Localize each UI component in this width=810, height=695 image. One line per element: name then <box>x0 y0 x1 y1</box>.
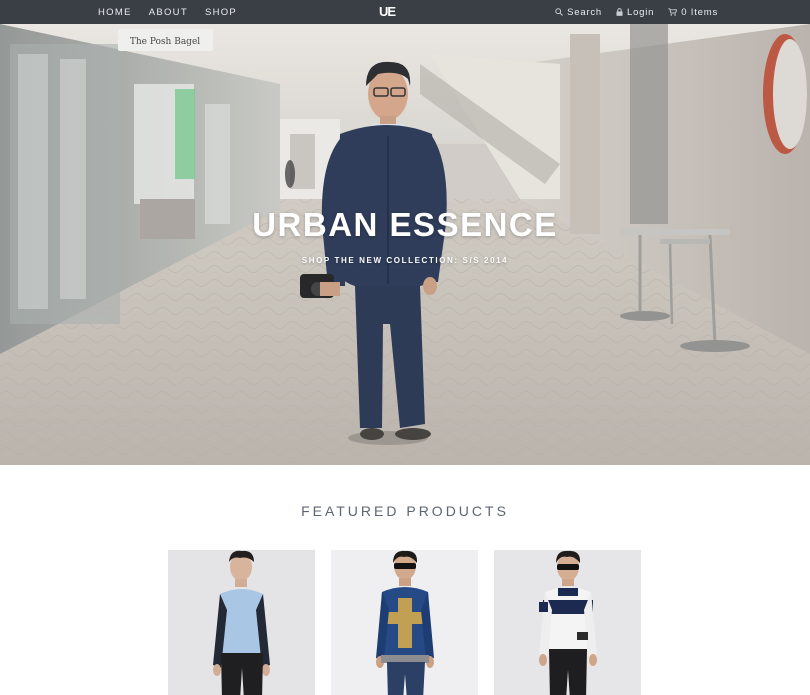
product-card-1[interactable] <box>168 550 315 695</box>
hero-photo: The Posh Bagel <box>0 24 810 465</box>
site-logo[interactable]: UE <box>377 3 397 20</box>
utility-menu: Search Login 0 Items <box>555 0 718 24</box>
product-image-white-navy-shirt <box>494 550 641 695</box>
featured-products-heading: FEATURED PRODUCTS <box>301 503 509 519</box>
search-icon <box>555 8 563 16</box>
product-card-2[interactable] <box>331 550 478 695</box>
search-link[interactable]: Search <box>555 7 602 18</box>
product-image-denim-jacket <box>331 550 478 695</box>
top-navigation: HOME ABOUT SHOP UE Search Login 0 Items <box>0 0 810 24</box>
search-label: Search <box>567 6 602 18</box>
hero-subtitle-link[interactable]: SHOP THE NEW COLLECTION: S/S 2014 <box>0 256 810 265</box>
nav-about-link[interactable]: ABOUT <box>149 7 188 18</box>
cart-label: 0 Items <box>681 6 718 18</box>
login-link[interactable]: Login <box>616 7 654 18</box>
lock-icon <box>616 8 623 16</box>
product-image-light-blue-shirt <box>168 550 315 695</box>
login-label: Login <box>627 6 655 18</box>
cart-link[interactable]: 0 Items <box>668 7 718 18</box>
product-card-3[interactable] <box>494 550 641 695</box>
main-menu: HOME ABOUT SHOP <box>98 0 237 24</box>
hero-banner: The Posh Bagel URBAN ESSENCE SHOP THE NE… <box>0 24 810 465</box>
nav-home-link[interactable]: HOME <box>98 7 132 18</box>
hero-title: URBAN ESSENCE <box>252 206 558 243</box>
cart-icon <box>668 8 678 16</box>
nav-shop-link[interactable]: SHOP <box>205 7 237 18</box>
